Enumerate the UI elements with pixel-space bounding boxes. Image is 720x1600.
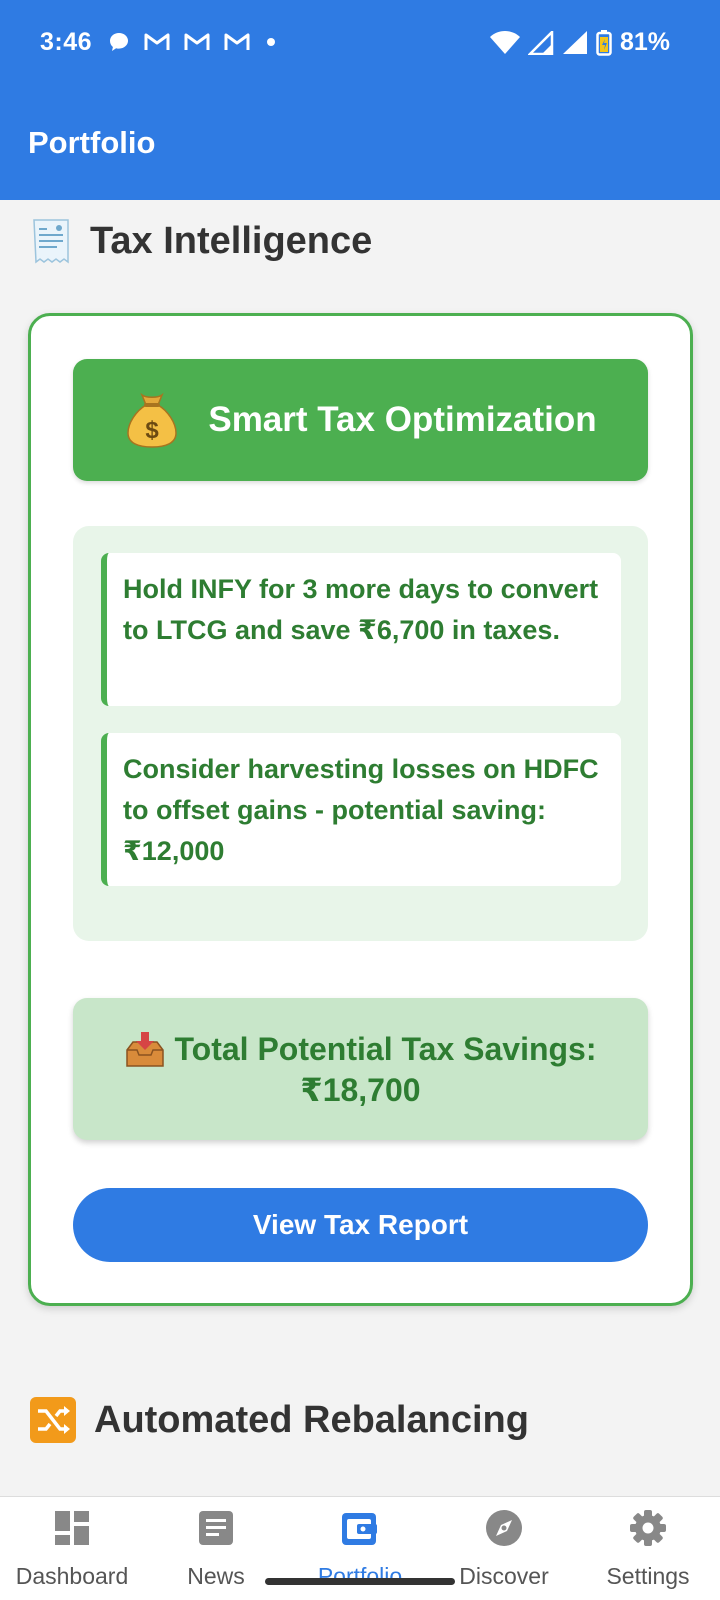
receipt-icon <box>33 219 69 264</box>
money-bag-icon: $ <box>127 392 178 448</box>
nav-item-settings[interactable]: Settings <box>576 1507 720 1590</box>
smart-tax-title: Smart Tax Optimization <box>208 400 597 439</box>
nav-label: Settings <box>606 1563 690 1589</box>
system-icons: 81% <box>489 28 670 57</box>
nav-item-dashboard[interactable]: Dashboard <box>0 1507 144 1590</box>
wifi-icon <box>489 30 520 54</box>
dashboard-icon <box>54 1507 90 1549</box>
total-savings-label: Total Potential Tax Savings: <box>174 1031 597 1067</box>
nav-label: News <box>187 1563 245 1589</box>
status-bar: 3:46 81% <box>0 0 720 90</box>
rebalancing-section-header: Automated Rebalancing <box>30 1397 529 1443</box>
tax-card: $ Smart Tax Optimization Hold INFY for 3… <box>28 313 693 1306</box>
gmail-icon <box>224 33 250 50</box>
compass-icon <box>485 1507 523 1549</box>
tax-section-header: Tax Intelligence <box>30 218 372 264</box>
chat-bubble-icon <box>110 33 128 51</box>
dot-icon <box>267 38 275 46</box>
status-time: 3:46 <box>40 28 93 56</box>
wallet-icon <box>341 1507 379 1549</box>
nav-label: Portfolio <box>317 1563 403 1589</box>
signal-icon <box>562 30 587 54</box>
tax-tip: Consider harvesting losses on HDFC to of… <box>101 733 621 886</box>
svg-text:$: $ <box>146 417 160 444</box>
notification-icons <box>108 31 278 53</box>
gmail-icon <box>184 33 210 50</box>
shuffle-icon <box>30 1397 76 1443</box>
battery-level: 81% <box>619 28 670 56</box>
total-savings-amount: ₹18,700 <box>300 1072 421 1108</box>
news-icon <box>198 1507 234 1549</box>
rebalancing-section-title: Automated Rebalancing <box>94 1398 529 1441</box>
signal-icon <box>527 30 554 55</box>
page-title: Portfolio <box>28 125 156 160</box>
top-app-bar: 3:46 81% Portfolio <box>0 0 720 200</box>
gear-icon <box>629 1507 667 1549</box>
nav-item-discover[interactable]: Discover <box>432 1507 576 1590</box>
battery-icon <box>596 29 612 56</box>
home-indicator[interactable] <box>265 1578 455 1585</box>
view-tax-report-button[interactable]: View Tax Report <box>73 1188 648 1262</box>
tax-section-title: Tax Intelligence <box>90 219 373 262</box>
tax-tip: Hold INFY for 3 more days to convert to … <box>101 553 621 706</box>
inbox-tray-icon <box>125 1031 164 1067</box>
nav-label: Discover <box>459 1563 549 1589</box>
nav-label: Dashboard <box>15 1563 129 1589</box>
gmail-icon <box>144 33 170 50</box>
tax-tips-container: Hold INFY for 3 more days to convert to … <box>73 526 648 941</box>
total-savings-box: Total Potential Tax Savings: ₹18,700 <box>73 998 648 1140</box>
smart-tax-banner: $ Smart Tax Optimization <box>73 359 648 481</box>
